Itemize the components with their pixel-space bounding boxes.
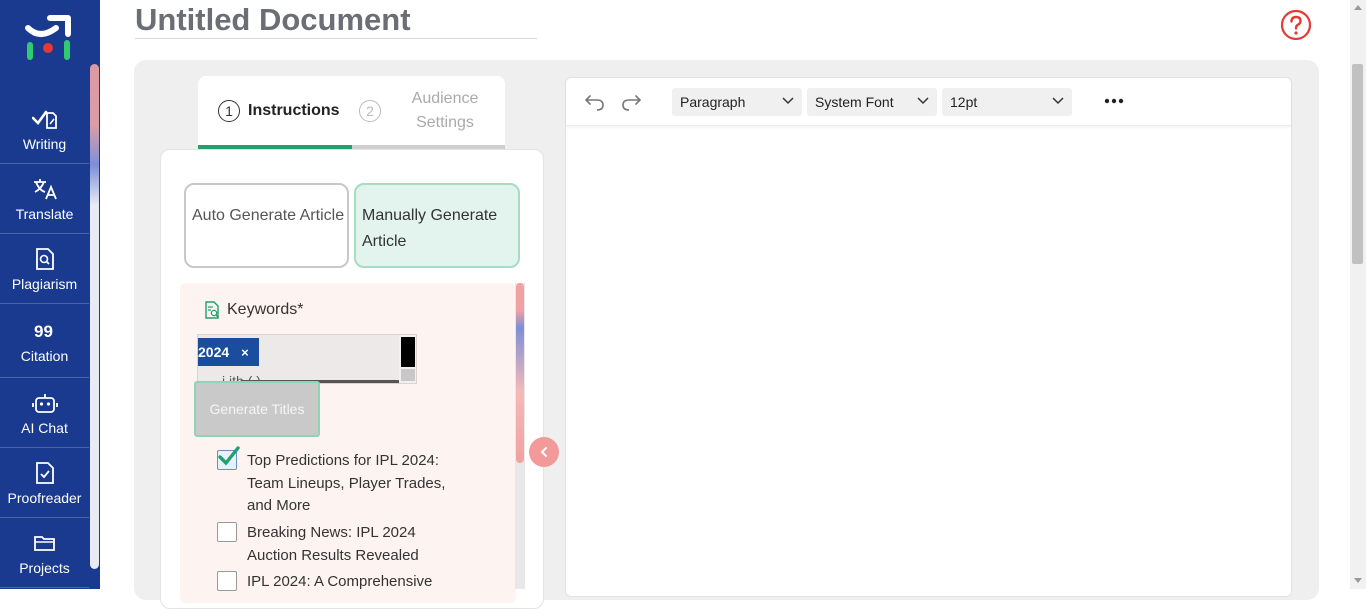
chevron-down-icon: [782, 97, 794, 105]
sidebar-item-proofreader[interactable]: Proofreader: [0, 448, 89, 518]
sidebar-item-citation[interactable]: 99 Citation: [0, 304, 89, 378]
chip-remove-icon[interactable]: ×: [241, 345, 249, 360]
sidebar-item-label: AI Chat: [21, 419, 68, 436]
keywords-vertical-scrollbar[interactable]: [399, 335, 416, 383]
sidebar-item-label: Writing: [22, 135, 67, 152]
sidebar-item-label: Citation: [20, 347, 69, 364]
help-icon[interactable]: [1280, 9, 1312, 41]
tab-number: 2: [359, 99, 381, 122]
chevron-left-icon: [540, 447, 547, 457]
font-family-value: System Font: [815, 94, 894, 110]
scrollbar-thumb[interactable]: [516, 283, 524, 463]
sidebar-item-label: Proofreader: [7, 489, 82, 506]
writing-icon: [31, 106, 58, 132]
translate-icon: [32, 176, 58, 202]
redo-icon[interactable]: [620, 92, 642, 112]
keywords-input[interactable]: 2024 × i ith ( ): [197, 334, 417, 384]
font-family-select[interactable]: System Font: [807, 88, 937, 116]
font-size-value: 12pt: [950, 94, 978, 110]
check-icon: [218, 446, 240, 466]
undo-icon[interactable]: [584, 92, 606, 112]
title-text: IPL 2024: A Comprehensive: [247, 573, 433, 590]
sidebar-item-writing[interactable]: Writing: [0, 94, 89, 164]
keyword-search-icon: [205, 301, 219, 319]
tab-number: 1: [218, 99, 240, 122]
proofreader-icon: [32, 460, 58, 486]
scrollbar-track: [401, 369, 415, 381]
manually-generate-article-button[interactable]: Manually Generate Article: [354, 183, 520, 268]
chevron-down-icon: [917, 97, 929, 105]
sidebar-item-label: Plagiarism: [11, 275, 78, 292]
document-title[interactable]: Untitled Document: [135, 2, 411, 38]
sidebar-item-projects[interactable]: Projects: [0, 518, 89, 588]
sidebar-item-label: Translate: [15, 205, 74, 222]
svg-text:99: 99: [34, 322, 53, 341]
keywords-scrollbar[interactable]: [515, 283, 525, 589]
sidebar-item-translate[interactable]: Translate: [0, 164, 89, 234]
editor-area[interactable]: [565, 77, 1292, 597]
scroll-up-arrow-icon[interactable]: [1354, 5, 1362, 10]
block-format-select[interactable]: Paragraph: [672, 88, 802, 116]
sidebar-scrollbar[interactable]: [90, 64, 99, 569]
title-underline: [135, 38, 537, 39]
ai-chat-icon: [31, 390, 58, 416]
sidebar-item-label: Projects: [19, 559, 70, 576]
title-text: Top Predictions for IPL 2024: Team Lineu…: [247, 452, 446, 514]
title-option[interactable]: Breaking News: IPL 2024 Auction Results …: [217, 522, 457, 567]
keywords-label: Keywords*: [203, 301, 303, 319]
title-text: Breaking News: IPL 2024 Auction Results …: [247, 524, 419, 564]
keywords-label-text: Keywords*: [227, 301, 304, 318]
chevron-down-icon: [1052, 97, 1064, 105]
tab-label: Audience Settings: [411, 89, 479, 131]
font-size-select[interactable]: 12pt: [942, 88, 1072, 116]
tab-bar: 1 Instructions 2 Audience Settings: [198, 76, 505, 149]
scrollbar-thumb[interactable]: [401, 337, 415, 367]
title-option[interactable]: Top Predictions for IPL 2024: Team Lineu…: [217, 446, 457, 518]
generate-titles-button[interactable]: Generate Titles: [194, 381, 320, 437]
sidebar-item-plagiarism[interactable]: Plagiarism: [0, 234, 89, 304]
scrollbar-thumb[interactable]: [1352, 64, 1363, 264]
tab-instructions[interactable]: 1 Instructions: [198, 76, 352, 149]
tab-audience-settings[interactable]: 2 Audience Settings: [352, 76, 505, 149]
tab-label: Instructions: [248, 101, 340, 119]
citation-icon: 99: [32, 318, 58, 344]
title-checkbox[interactable]: [217, 571, 237, 591]
sidebar-item-ai-chat[interactable]: AI Chat: [0, 378, 89, 448]
scroll-down-arrow-icon[interactable]: [1354, 578, 1362, 583]
more-options-icon[interactable]: [1103, 94, 1125, 108]
plagiarism-icon: [32, 246, 58, 272]
collapse-panel-button[interactable]: [529, 437, 559, 467]
sidebar: Writing Translate Plagiarism 99 Citation: [0, 0, 100, 589]
title-checkbox[interactable]: [217, 522, 237, 542]
page-scrollbar[interactable]: [1350, 0, 1366, 589]
keyword-chip: 2024 ×: [198, 338, 259, 366]
title-option[interactable]: IPL 2024: A Comprehensive: [217, 571, 457, 594]
auto-generate-article-button[interactable]: Auto Generate Article: [184, 183, 349, 268]
block-format-value: Paragraph: [680, 94, 746, 110]
title-checkbox[interactable]: [217, 446, 240, 470]
projects-icon: [32, 530, 58, 556]
app-logo[interactable]: [22, 14, 74, 64]
keyword-chip-text: 2024: [198, 344, 230, 360]
